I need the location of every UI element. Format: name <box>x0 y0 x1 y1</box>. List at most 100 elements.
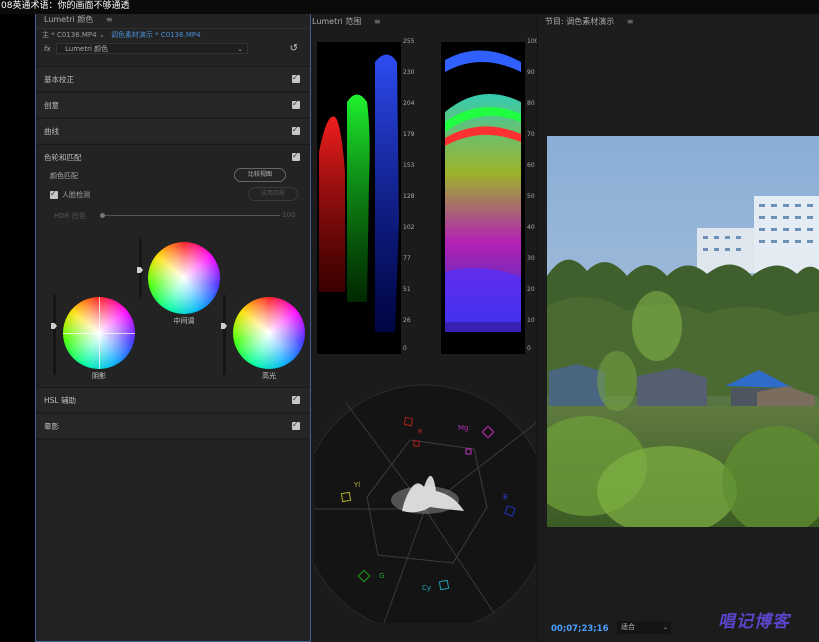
program-monitor-panel: 节目: 调色素材演示 ≡ 00;07;23;16 适合 ⌄ 唱记博客 <box>537 14 819 642</box>
video-caption: 08英通术语：你的画面不够通透 <box>0 0 819 14</box>
chevron-down-icon: ⌄ <box>662 624 668 631</box>
reset-icon[interactable]: ↺ <box>290 42 298 56</box>
program-panel-tab[interactable]: 节目: 调色素材演示 ≡ <box>538 14 819 30</box>
program-tab-title: 节目: 调色素材演示 <box>545 17 615 26</box>
highlights-color-wheel[interactable]: + <box>233 297 305 369</box>
video-frame-image <box>547 136 819 527</box>
section-creative[interactable]: 创意 <box>36 92 310 116</box>
shadows-level-slider[interactable] <box>53 295 56 375</box>
parade-trace <box>445 50 521 332</box>
section-enable-checkbox[interactable] <box>292 394 300 404</box>
section-label: HSL 辅助 <box>44 396 76 405</box>
face-detect-checkbox[interactable] <box>50 189 58 199</box>
playhead-timecode[interactable]: 00;07;23;16 <box>551 624 609 634</box>
parade-trace <box>319 54 399 332</box>
section-hsl-secondary[interactable]: HSL 辅助 <box>36 387 310 411</box>
section-color-wheels: 色轮和匹配 颜色匹配 比较视图 人脸检测 应用匹配 HDR 白色 100 + 中… <box>36 144 310 387</box>
master-clip-selector[interactable]: 主 * C0136.MP4 <box>42 31 97 39</box>
panel-empty-area <box>36 439 310 641</box>
compare-view-button[interactable]: 比较视图 <box>234 168 286 182</box>
axis-tick-label: 90 <box>527 69 535 76</box>
axis-tick-label: 128 <box>403 193 415 200</box>
section-enable-checkbox[interactable] <box>292 420 300 430</box>
hdr-white-label: HDR 白色 <box>54 212 86 220</box>
axis-tick-label: 77 <box>403 255 411 262</box>
hdr-white-slider[interactable] <box>102 215 280 216</box>
axis-tick-label: 153 <box>403 162 415 169</box>
chevron-down-icon[interactable]: ⌄ <box>99 31 105 39</box>
midtones-color-wheel[interactable]: + <box>148 242 220 314</box>
section-label: 晕影 <box>44 422 59 431</box>
axis-tick-label: 30 <box>527 255 535 262</box>
vector-label-r: R <box>418 428 423 436</box>
axis-tick-label: 26 <box>403 317 411 324</box>
highlights-slider-handle[interactable] <box>221 323 227 329</box>
section-curves[interactable]: 曲线 <box>36 118 310 142</box>
axis-tick-label: 255 <box>403 38 415 45</box>
axis-tick-label: 80 <box>527 100 535 107</box>
zoom-fit-value: 适合 <box>621 623 635 631</box>
midtones-slider-handle[interactable] <box>137 267 143 273</box>
watermark-logo: 唱记博客 <box>718 612 790 632</box>
shadows-color-wheel[interactable] <box>63 297 135 369</box>
effect-row: fx Lumetri 颜色 ⌄ ↺ <box>36 42 310 56</box>
axis-tick-label: 102 <box>403 224 415 231</box>
section-label: 曲线 <box>44 127 59 136</box>
section-label: 基本校正 <box>44 75 74 84</box>
midtones-label: 中间调 <box>173 317 195 325</box>
axis-tick-label: 40 <box>527 224 535 231</box>
face-detect-label: 人脸检测 <box>62 191 90 199</box>
shadows-slider-handle[interactable] <box>51 323 57 329</box>
section-vignette[interactable]: 晕影 <box>36 413 310 437</box>
effect-dropdown[interactable]: Lumetri 颜色 ⌄ <box>56 43 248 54</box>
hdr-white-value: 100 <box>282 211 296 219</box>
vector-label-yl: Yl <box>354 481 361 489</box>
section-enable-checkbox[interactable] <box>292 151 300 161</box>
sequence-clip-label[interactable]: 调色素材演示 * C0136.MP4 <box>111 31 201 39</box>
rgb-parade-right <box>441 42 525 354</box>
wheel-center-crosshair[interactable]: + <box>265 329 273 338</box>
axis-tick-label: 50 <box>527 193 535 200</box>
scopes-tab-title: Lumetri 范围 <box>312 17 362 26</box>
highlights-level-slider[interactable] <box>223 295 226 375</box>
section-enable-checkbox[interactable] <box>292 125 300 135</box>
axis-tick-label: 0 <box>403 345 407 352</box>
axis-tick-label: 0 <box>527 345 531 352</box>
panel-menu-icon[interactable]: ≡ <box>106 15 113 24</box>
vector-label-cy: Cy <box>422 584 432 592</box>
vector-label-mg: Mg <box>458 424 469 432</box>
lumetri-tab-title: Lumetri 颜色 <box>44 15 94 24</box>
axis-tick-label: 70 <box>527 131 535 138</box>
hdr-slider-knob[interactable] <box>100 213 105 218</box>
section-enable-checkbox[interactable] <box>292 73 300 83</box>
vector-label-b: B <box>503 493 508 501</box>
axis-tick-label: 179 <box>403 131 415 138</box>
apply-match-button[interactable]: 应用匹配 <box>248 187 298 201</box>
wheel-center-crosshair[interactable]: + <box>180 274 188 283</box>
rgb-parade-left <box>317 42 401 354</box>
zoom-fit-dropdown[interactable]: 适合 ⌄ <box>617 621 671 634</box>
scopes-panel-tab[interactable]: Lumetri 范围 ≡ <box>311 14 537 30</box>
shadows-label: 阴影 <box>92 372 106 380</box>
effect-name: Lumetri 颜色 <box>65 45 109 53</box>
chevron-down-icon: ⌄ <box>237 45 243 53</box>
section-label: 创意 <box>44 101 59 110</box>
axis-tick-label: 204 <box>403 100 415 107</box>
section-enable-checkbox[interactable] <box>292 99 300 109</box>
axis-tick-label: 10 <box>527 317 535 324</box>
fx-icon: fx <box>44 45 51 53</box>
panel-menu-icon[interactable]: ≡ <box>374 17 381 26</box>
program-video-frame[interactable] <box>547 136 819 527</box>
lumetri-color-panel: Lumetri 颜色 ≡ 主 * C0136.MP4 ⌄ 调色素材演示 * C0… <box>35 10 311 642</box>
vectorscope: R Mg B Cy G Yl <box>300 383 550 634</box>
section-label[interactable]: 色轮和匹配 <box>44 152 82 163</box>
panel-menu-icon[interactable]: ≡ <box>627 17 634 26</box>
parade-left-axis: 255 230 204 179 153 128 102 77 51 26 0 <box>401 38 423 354</box>
color-match-label: 颜色匹配 <box>50 172 78 180</box>
vector-label-g: G <box>379 572 385 580</box>
axis-tick-label: 230 <box>403 69 415 76</box>
axis-tick-label: 60 <box>527 162 535 169</box>
left-black-area <box>0 14 35 642</box>
axis-tick-label: 20 <box>527 286 535 293</box>
section-basic-correction[interactable]: 基本校正 <box>36 66 310 90</box>
